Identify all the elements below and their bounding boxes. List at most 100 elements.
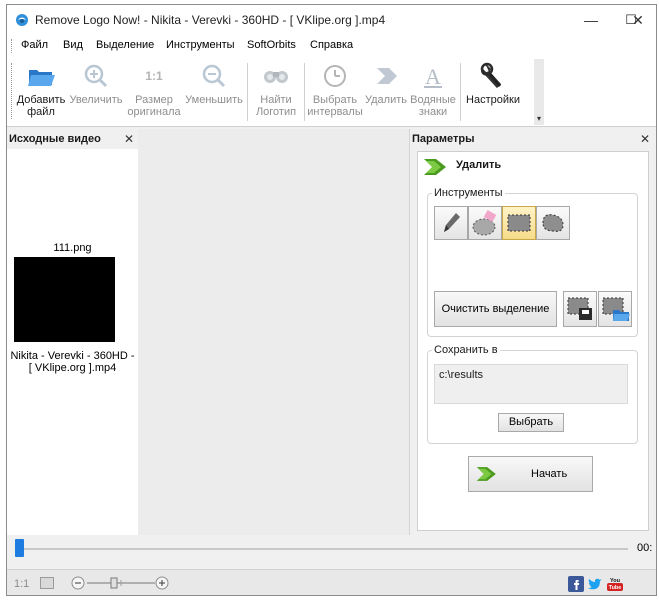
twitter-icon[interactable]: [587, 576, 603, 592]
eraser-tool-button[interactable]: [468, 206, 502, 240]
app-logo-icon: [16, 14, 28, 26]
zoom-in-button[interactable]: Увеличить: [68, 60, 124, 124]
fit-window-icon[interactable]: [40, 577, 54, 589]
pencil-tool-button[interactable]: [434, 206, 468, 240]
save-to-group: Сохранить в c:\results Выбрать: [427, 344, 638, 444]
parameters-close-button[interactable]: ✕: [640, 132, 650, 146]
magnifier-plus-icon: [84, 64, 108, 88]
menu-selection[interactable]: Выделение: [96, 39, 154, 51]
green-arrow-icon: [424, 159, 446, 175]
remove-section-title: Удалить: [456, 159, 502, 171]
window-title: Remove Logo Now! - Nikita - Verevki - 36…: [35, 13, 386, 27]
thumbnail-top-label: 111.png: [53, 242, 92, 254]
clear-selection-button[interactable]: Очистить выделение: [434, 291, 557, 327]
select-intervals-button[interactable]: Выбрать интервалы: [307, 60, 363, 124]
toolbar: Добавить файл Увеличить 1:1 Размер ориги…: [7, 57, 656, 127]
pencil-icon: [444, 213, 460, 232]
lasso-icon: [542, 214, 564, 232]
menu-bar: Файл Вид Выделение Инструменты SoftOrbit…: [7, 35, 656, 57]
start-button[interactable]: Начать: [468, 456, 593, 492]
eraser-icon: [472, 210, 497, 236]
menu-softorbits[interactable]: SoftOrbits: [247, 39, 296, 51]
add-file-button[interactable]: Добавить файл: [15, 60, 67, 124]
watermarks-label-2: знаки: [418, 106, 448, 118]
status-bar: 1:1 You Tube: [7, 569, 656, 595]
zoom-out-label: Уменьшить: [185, 94, 243, 106]
parameters-panel: Параметры ✕ Удалить Инструменты Очистить…: [409, 129, 656, 535]
parameters-header: Параметры ✕: [410, 129, 656, 149]
zoom-out-button[interactable]: Уменьшить: [184, 60, 244, 124]
lasso-tool-button[interactable]: [536, 206, 570, 240]
load-mask-button[interactable]: [598, 291, 632, 327]
source-videos-title: Исходные видео: [9, 133, 101, 145]
tools-group: Инструменты Очистить выделение: [427, 187, 638, 337]
original-size-label-2: оригинала: [127, 106, 181, 118]
timeline-handle[interactable]: [15, 539, 24, 557]
save-selection-icon: [567, 297, 592, 320]
source-videos-panel: Исходные видео ✕ 111.png Nikita - Verevk…: [7, 129, 138, 535]
watermarks-label-1: Водяные: [410, 94, 456, 106]
menu-help[interactable]: Справка: [310, 39, 353, 51]
start-arrow-icon: [476, 467, 496, 481]
video-caption-line-2: [ VKlipe.org ].mp4: [28, 362, 117, 374]
preview-area[interactable]: [138, 129, 409, 535]
original-size-label-1: Размер: [135, 94, 173, 106]
load-selection-icon: [602, 297, 630, 321]
remove-button[interactable]: Удалить: [364, 60, 408, 124]
timeline-time: 00:: [637, 542, 653, 554]
zoom-thumb: [110, 577, 118, 589]
settings-button[interactable]: Настройки: [463, 60, 523, 124]
toolbar-separator: [460, 63, 461, 121]
menu-grip: [11, 39, 14, 53]
tools-group-title: Инструменты: [432, 187, 505, 199]
menu-tools[interactable]: Инструменты: [166, 39, 235, 51]
toolbar-overflow-arrow-icon[interactable]: ▾: [534, 114, 544, 124]
remove-label: Удалить: [365, 94, 407, 106]
toolbar-separator: [247, 63, 248, 121]
parameters-title: Параметры: [412, 133, 475, 145]
parameters-content: Удалить Инструменты Очистить выделение С…: [417, 151, 649, 531]
svg-text:Tube: Tube: [609, 585, 622, 591]
toolbar-separator: [304, 63, 305, 121]
find-logo-button[interactable]: Найти Логотип: [251, 60, 301, 124]
close-button[interactable]: ✕: [618, 5, 656, 35]
toolbar-grip: [11, 63, 14, 119]
zoom-slider[interactable]: [71, 574, 171, 592]
clock-icon: [324, 65, 346, 87]
rectangle-select-icon: [507, 214, 531, 232]
save-to-group-title: Сохранить в: [432, 344, 500, 356]
minimize-button[interactable]: —: [571, 5, 611, 35]
add-file-label-1: Добавить: [16, 94, 66, 106]
select-intervals-label-1: Выбрать: [312, 94, 358, 106]
binoculars-icon: [264, 71, 288, 83]
svg-text:You: You: [610, 578, 620, 584]
folder-open-icon: [28, 70, 55, 86]
youtube-icon[interactable]: You Tube: [606, 576, 624, 592]
settings-label: Настройки: [466, 94, 520, 106]
add-file-label-2: файл: [27, 106, 55, 118]
zoom-in-label: Увеличить: [69, 94, 123, 106]
browse-button[interactable]: Выбрать: [498, 413, 564, 432]
arrow-right-icon: [377, 68, 397, 84]
video-thumbnail[interactable]: [14, 257, 115, 342]
original-size-button[interactable]: 1:1 Размер оригинала: [125, 60, 183, 124]
start-label: Начать: [531, 468, 568, 480]
source-videos-header: Исходные видео ✕: [7, 129, 138, 149]
output-path-field[interactable]: c:\results: [434, 364, 628, 404]
wrench-icon: [480, 62, 502, 89]
find-logo-label-2: Логотип: [255, 106, 297, 118]
actual-size-button[interactable]: 1:1: [14, 578, 29, 590]
rectangle-select-tool-button[interactable]: [502, 206, 536, 240]
ratio-1to1-icon: 1:1: [145, 69, 163, 83]
select-intervals-label-2: интервалы: [307, 106, 363, 118]
source-videos-close-button[interactable]: ✕: [124, 132, 134, 146]
save-mask-button[interactable]: [563, 291, 597, 327]
menu-file[interactable]: Файл: [21, 39, 48, 51]
timeline: 00:: [7, 535, 656, 569]
title-bar: Remove Logo Now! - Nikita - Verevki - 36…: [7, 5, 656, 35]
timeline-track[interactable]: [21, 548, 628, 550]
app-window: Remove Logo Now! - Nikita - Verevki - 36…: [6, 4, 657, 596]
watermarks-button[interactable]: A Водяные знаки: [409, 60, 457, 124]
menu-view[interactable]: Вид: [63, 39, 83, 51]
facebook-icon[interactable]: [568, 576, 584, 592]
